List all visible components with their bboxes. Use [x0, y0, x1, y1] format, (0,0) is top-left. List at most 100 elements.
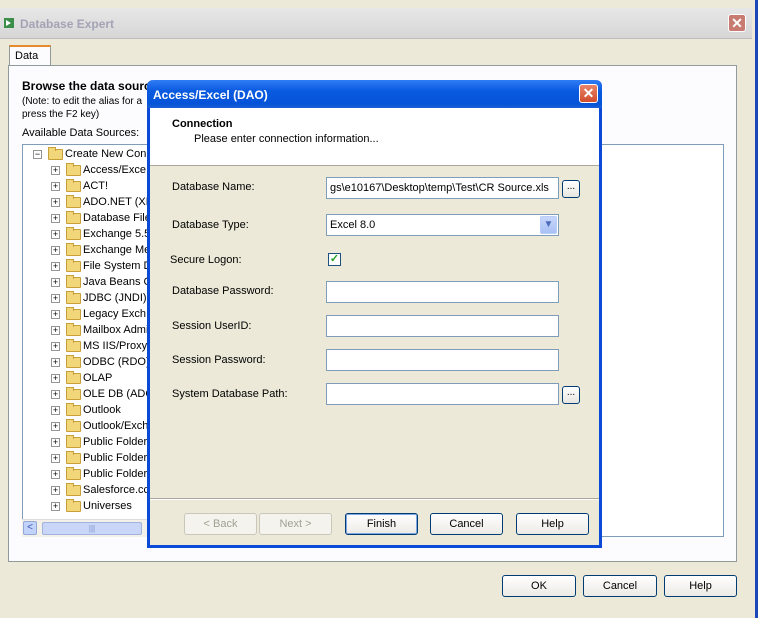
tree-item-label: Legacy Exch — [83, 308, 146, 320]
folder-icon — [66, 387, 81, 400]
folder-icon — [66, 291, 81, 304]
collapse-icon[interactable]: − — [33, 150, 42, 159]
folder-icon — [66, 451, 81, 464]
folder-icon — [66, 355, 81, 368]
window-close-button[interactable]: ✕ — [728, 14, 746, 32]
database-password-field[interactable] — [326, 281, 559, 303]
dialog-help-button[interactable]: Help — [516, 513, 589, 535]
tree-item-label: Exchange Me — [83, 244, 151, 256]
expand-icon[interactable]: + — [51, 358, 60, 367]
expand-icon[interactable]: + — [51, 326, 60, 335]
folder-icon — [66, 179, 81, 192]
database-type-value: Excel 8.0 — [330, 219, 376, 231]
expand-icon[interactable]: + — [51, 214, 60, 223]
expand-icon[interactable]: + — [51, 246, 60, 255]
expand-icon[interactable]: + — [51, 454, 60, 463]
finish-button[interactable]: Finish — [345, 513, 418, 535]
folder-icon — [66, 163, 81, 176]
window-titlebar[interactable]: Database Expert ✕ — [0, 8, 752, 39]
dialog-separator — [150, 498, 599, 500]
connection-heading: Connection — [172, 118, 233, 130]
expand-icon[interactable]: + — [51, 406, 60, 415]
expand-icon[interactable]: + — [51, 262, 60, 271]
tree-item-label: Access/Exce — [83, 164, 146, 176]
cancel-button[interactable]: Cancel — [583, 575, 657, 597]
tree-item-label: JDBC (JNDI) — [83, 292, 147, 304]
expand-icon[interactable]: + — [51, 342, 60, 351]
next-button[interactable]: Next > — [259, 513, 332, 535]
folder-icon — [66, 323, 81, 336]
expand-icon[interactable]: + — [51, 198, 60, 207]
secure-logon-checkbox[interactable]: ✓ — [328, 253, 341, 266]
database-type-select[interactable]: Excel 8.0 ▼ — [326, 214, 559, 236]
session-userid-label: Session UserID: — [172, 320, 252, 332]
tree-item-label: Create New Conn — [65, 148, 153, 160]
tree-item-label: ACT! — [83, 180, 109, 192]
database-type-label: Database Type: — [172, 219, 249, 231]
folder-icon — [66, 211, 81, 224]
expand-icon[interactable]: + — [51, 502, 60, 511]
help-button[interactable]: Help — [664, 575, 737, 597]
expand-icon[interactable]: + — [51, 374, 60, 383]
connection-subheading: Please enter connection information... — [194, 133, 379, 145]
database-expert-icon — [4, 18, 14, 28]
tree-item-label: Database File — [83, 212, 151, 224]
folder-icon — [66, 371, 81, 384]
expand-icon[interactable]: + — [51, 278, 60, 287]
folder-icon — [66, 339, 81, 352]
scroll-left-button[interactable]: < — [23, 521, 37, 535]
expand-icon[interactable]: + — [51, 182, 60, 191]
session-userid-field[interactable] — [326, 315, 559, 337]
folder-icon — [66, 419, 81, 432]
tree-item-label: OLE DB (ADC — [83, 388, 154, 400]
folder-icon — [66, 259, 81, 272]
tree-item-label: Universes — [83, 500, 132, 512]
database-name-field[interactable]: gs\e10167\Desktop\temp\Test\CR Source.xl… — [326, 177, 559, 199]
window-title: Database Expert — [20, 17, 115, 31]
system-database-path-label: System Database Path: — [172, 388, 288, 400]
dialog-titlebar[interactable]: Access/Excel (DAO) ✕ — [147, 80, 602, 108]
dialog-title: Access/Excel (DAO) — [153, 88, 268, 102]
browse-heading: Browse the data sourc — [22, 79, 151, 93]
folder-icon — [66, 243, 81, 256]
tab-data[interactable]: Data — [9, 45, 51, 65]
scroll-thumb[interactable]: ||| — [42, 522, 142, 535]
expand-icon[interactable]: + — [51, 310, 60, 319]
expand-icon[interactable]: + — [51, 166, 60, 175]
browse-system-path-button[interactable]: ... — [562, 386, 580, 404]
folder-icon — [66, 227, 81, 240]
system-database-path-field[interactable] — [326, 383, 559, 405]
expand-icon[interactable]: + — [51, 438, 60, 447]
tree-item-label: Public Folder — [83, 436, 148, 448]
expand-icon[interactable]: + — [51, 470, 60, 479]
folder-icon — [66, 275, 81, 288]
folder-icon — [66, 483, 81, 496]
tree-item-label: Java Beans C — [83, 276, 152, 288]
expand-icon[interactable]: + — [51, 422, 60, 431]
folder-icon — [48, 147, 63, 160]
back-button[interactable]: < Back — [184, 513, 257, 535]
session-password-field[interactable] — [326, 349, 559, 371]
tree-item-label: Outlook — [83, 404, 121, 416]
expand-icon[interactable]: + — [51, 230, 60, 239]
browse-database-button[interactable]: ... — [562, 180, 580, 198]
alias-note-line2: press the F2 key) — [22, 109, 100, 120]
tree-item-label: Mailbox Admi — [83, 324, 149, 336]
tree-item-label: MS IIS/Proxy — [83, 340, 148, 352]
chevron-down-icon[interactable]: ▼ — [540, 216, 557, 234]
dialog-cancel-button[interactable]: Cancel — [430, 513, 503, 535]
tree-item-label: Public Folder — [83, 452, 148, 464]
expand-icon[interactable]: + — [51, 294, 60, 303]
expand-icon[interactable]: + — [51, 390, 60, 399]
folder-icon — [66, 467, 81, 480]
folder-icon — [66, 307, 81, 320]
horizontal-scrollbar[interactable]: < ||| — [22, 519, 152, 537]
alias-note-line1: (Note: to edit the alias for a — [22, 96, 143, 107]
dialog-close-button[interactable]: ✕ — [579, 84, 598, 103]
folder-icon — [66, 499, 81, 512]
secure-logon-label: Secure Logon: — [170, 254, 242, 266]
tree-item-label: File System D — [83, 260, 152, 272]
tree-item-label: Salesforce.cc — [83, 484, 150, 496]
ok-button[interactable]: OK — [502, 575, 576, 597]
expand-icon[interactable]: + — [51, 486, 60, 495]
